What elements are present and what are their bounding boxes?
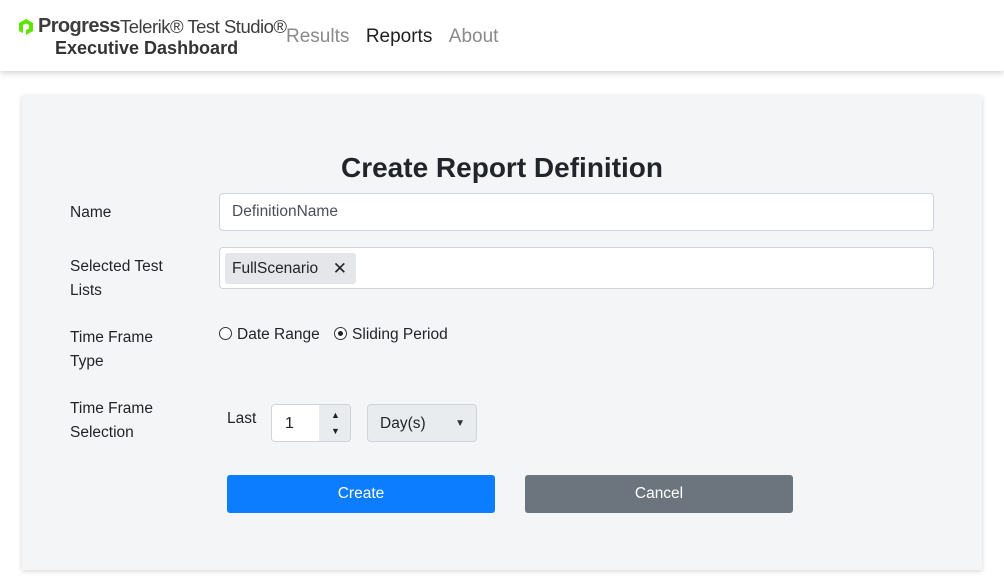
brand-product: Telerik® Test Studio® xyxy=(120,16,287,37)
radio-unchecked-icon xyxy=(219,327,232,340)
nav-about[interactable]: About xyxy=(449,26,499,48)
test-list-chip-label: FullScenario xyxy=(232,260,319,277)
time-frame-type-radios: Date Range Sliding Period xyxy=(219,326,458,344)
test-lists-multiselect[interactable]: FullScenario ✕ xyxy=(219,247,934,289)
name-label: Name xyxy=(70,204,112,221)
progress-logo-icon xyxy=(19,19,33,35)
nav-results[interactable]: Results xyxy=(286,26,349,48)
cancel-button[interactable]: Cancel xyxy=(525,475,793,513)
page-title: Create Report Definition xyxy=(340,152,664,183)
date-range-label: Date Range xyxy=(237,326,320,343)
report-definition-card: Create Report Definition Name Definition… xyxy=(22,96,982,570)
time-frame-selection-label: Time Frame Selection xyxy=(70,400,153,441)
unit-select-value: Day(s) xyxy=(380,415,426,432)
unit-select[interactable]: Day(s) ▼ xyxy=(367,404,477,442)
radio-checked-icon xyxy=(334,327,348,340)
amount-value[interactable]: 1 xyxy=(272,405,319,441)
amount-stepper[interactable]: 1 ▲ ▼ xyxy=(271,404,351,442)
brand-subtitle: Executive Dashboard xyxy=(55,38,239,58)
last-label: Last xyxy=(227,410,257,427)
sliding-period-label: Sliding Period xyxy=(352,326,448,343)
chevron-down-icon: ▼ xyxy=(455,418,465,429)
name-field[interactable]: DefinitionName xyxy=(219,193,934,231)
create-button[interactable]: Create xyxy=(227,475,495,513)
test-list-chip: FullScenario ✕ xyxy=(225,253,356,284)
close-icon[interactable]: ✕ xyxy=(333,253,347,284)
decrement-arrow-icon[interactable]: ▼ xyxy=(320,422,350,440)
top-navbar: Progress Telerik® Test Studio® Executive… xyxy=(0,0,1004,71)
brand[interactable]: Progress Telerik® Test Studio® Executive… xyxy=(16,14,287,60)
nav-links: Results Reports About xyxy=(286,26,510,48)
brand-company: Progress xyxy=(38,15,121,37)
sliding-period-radio[interactable]: Sliding Period xyxy=(334,326,448,344)
test-lists-label: Selected Test Lists xyxy=(70,258,163,299)
time-frame-type-label: Time Frame Type xyxy=(70,329,153,370)
date-range-radio[interactable]: Date Range xyxy=(219,326,320,344)
nav-reports[interactable]: Reports xyxy=(366,26,433,48)
